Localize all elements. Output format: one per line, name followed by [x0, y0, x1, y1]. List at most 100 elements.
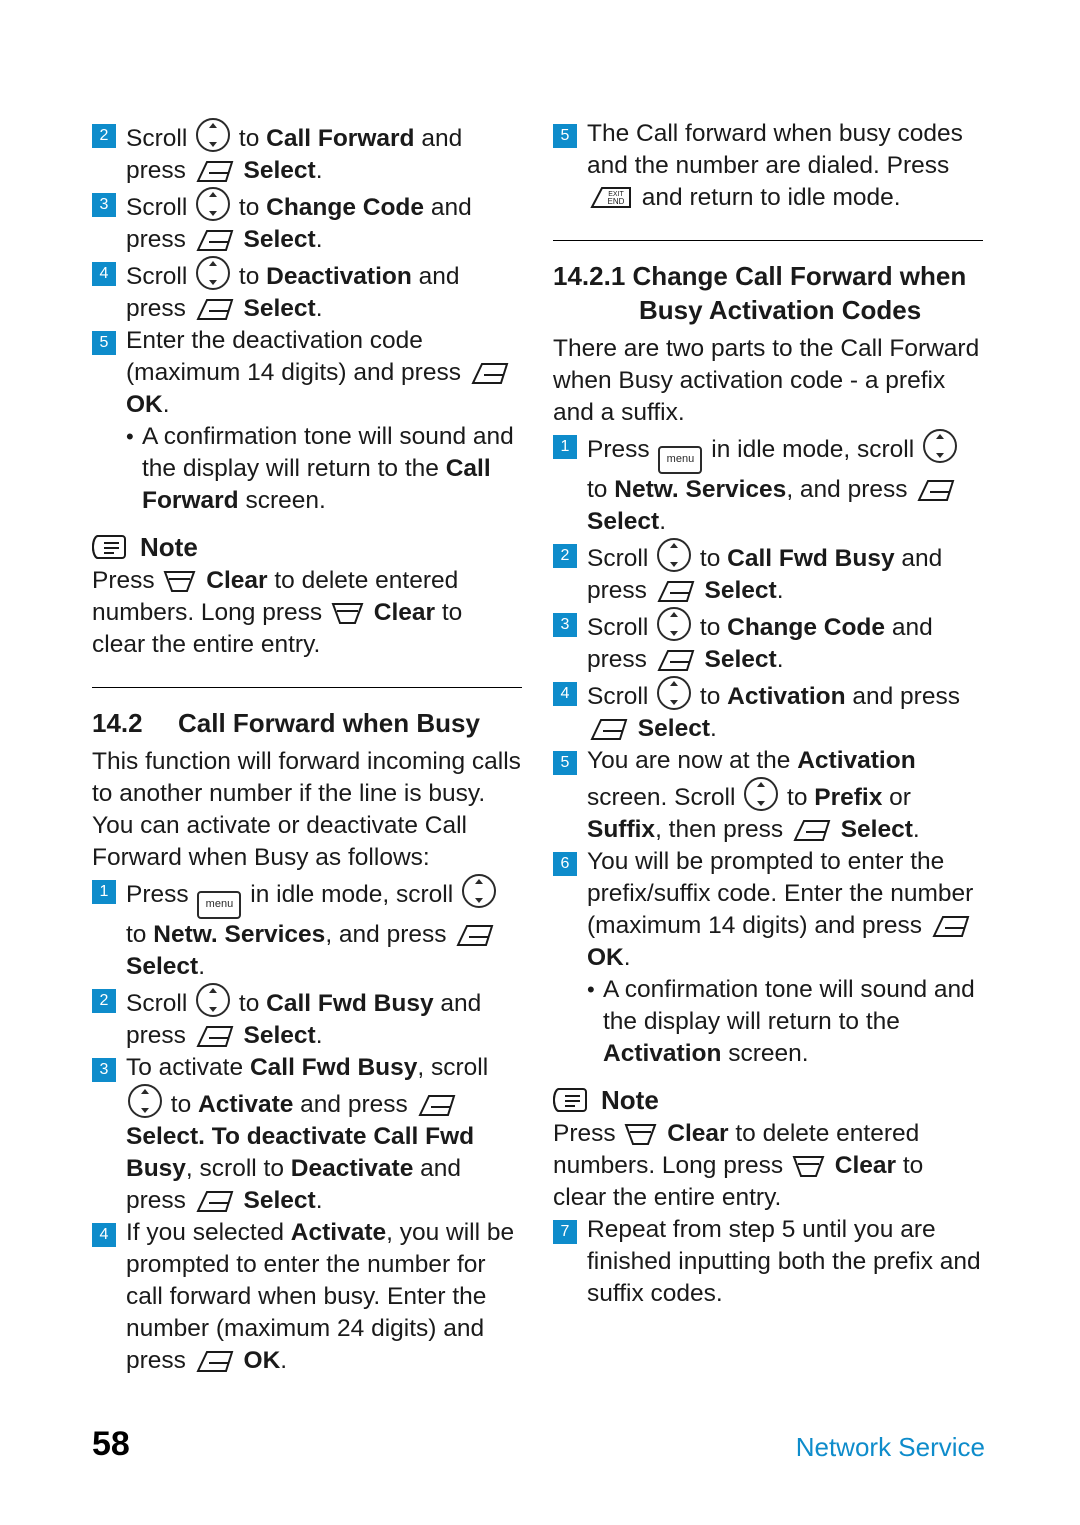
left-section-heading: 14.2 Call Forward when Busy [92, 706, 522, 740]
right-step-list-2: 1 Press menu in idle mode, scroll to Netw… [553, 429, 983, 974]
emphasis-text: Clear [660, 1120, 729, 1147]
step-item: 4 Scroll to Deactivation and press Select… [92, 256, 522, 325]
step-number-badge: 3 [92, 1058, 116, 1082]
body-text: , and press [786, 476, 915, 503]
step-text: Scroll to Call Fwd Busy and press Select… [126, 983, 522, 1052]
emphasis-text: Select [236, 295, 316, 322]
left-step-list: 2 Scroll to Call Forward and press Select… [92, 118, 522, 421]
body-text: . [315, 1187, 323, 1214]
left-step-list-2: 1 Press menu in idle mode, scroll to Netw… [92, 874, 522, 1377]
body-text: . [315, 295, 323, 322]
step-number-badge: 2 [92, 124, 116, 148]
body-text: to [164, 1091, 199, 1118]
emphasis-text: Select [833, 816, 913, 843]
body-text: in idle mode, scroll [243, 881, 460, 908]
step-text: You are now at the Activation screen. Sc… [587, 745, 983, 846]
step-item: 1 Press menu in idle mode, scroll to Netw… [92, 874, 522, 983]
right-section-heading: 14.2.1 Change Call Forward when Busy Act… [553, 259, 983, 327]
body-text: . [776, 577, 784, 604]
emphasis-text: Select [236, 226, 316, 253]
nav-scroll-key-icon [461, 874, 496, 908]
emphasis-text: Select [236, 157, 316, 184]
step-item: 1 Press menu in idle mode, scroll to Netw… [553, 429, 983, 538]
soft-key-icon [195, 296, 235, 322]
step-item: 7 Repeat from step 5 until you are finish… [553, 1214, 983, 1310]
right-section-title-line1: Change Call Forward when [632, 261, 967, 291]
body-text: Scroll [126, 194, 195, 221]
emphasis-text: OK [587, 944, 624, 971]
body-text: Scroll [126, 263, 195, 290]
right-section-divider [553, 240, 983, 241]
step-item: 3 To activate Call Fwd Busy, scroll to Ac… [92, 1052, 522, 1217]
clear-key-icon [624, 1121, 658, 1147]
body-text: Press [553, 1120, 623, 1147]
body-text: . [280, 1347, 288, 1374]
step-text: You will be prompted to enter the prefix… [587, 846, 983, 974]
nav-scroll-key-icon [657, 607, 692, 641]
step-number-badge: 5 [553, 124, 577, 148]
body-text: screen. [721, 1040, 809, 1067]
clear-key-icon [792, 1153, 826, 1179]
body-text: , and press [325, 921, 454, 948]
left-column: 2 Scroll to Call Forward and press Select… [92, 118, 522, 1377]
bullet-dot: • [587, 977, 595, 1002]
step-item: 4 Scroll to Activation and press Select. [553, 676, 983, 745]
step-item: 4 If you selected Activate, you will be p… [92, 1217, 522, 1377]
body-text: to [232, 194, 267, 221]
step-number-badge: 1 [553, 435, 577, 459]
body-text: If you selected [126, 1219, 291, 1246]
manual-page: 2 Scroll to Call Forward and press Select… [0, 0, 1080, 1525]
step-number-badge: 7 [553, 1220, 577, 1244]
body-text: to [587, 476, 615, 503]
body-text: to [232, 263, 267, 290]
step-item: 3 Scroll to Change Code and press Select. [553, 607, 983, 676]
emphasis-text: Select [697, 646, 777, 673]
emphasis-text: OK [126, 391, 163, 418]
right-bullet-item: • A confirmation tone will sound and the… [587, 974, 983, 1070]
body-text: . [315, 157, 323, 184]
left-note-body: Press Clear to delete entered numbers. L… [92, 565, 522, 661]
emphasis-text: Suffix [587, 816, 656, 843]
body-text: screen. [238, 487, 326, 514]
left-section-title: Call Forward when Busy [178, 708, 480, 738]
body-text: To activate [126, 1054, 250, 1081]
step-number-badge: 6 [553, 852, 577, 876]
body-text: , then press [655, 816, 790, 843]
step-number-badge: 4 [92, 1223, 116, 1247]
right-step-list: 5 The Call forward when busy codes and th… [553, 118, 983, 214]
soft-key-icon [792, 817, 832, 843]
nav-scroll-key-icon [744, 777, 779, 811]
soft-key-icon [195, 1023, 235, 1049]
svg-text:END: END [608, 197, 625, 206]
body-text: to [232, 990, 267, 1017]
step-number-badge: 4 [92, 262, 116, 286]
nav-scroll-key-icon [657, 676, 692, 710]
soft-key-icon [455, 922, 495, 948]
emphasis-text: Clear [199, 567, 268, 594]
right-section-intro: There are two parts to the Call Forward … [553, 335, 980, 426]
emphasis-text: Activate [198, 1091, 294, 1118]
right-section-number: 14.2.1 [553, 261, 626, 291]
step-number-badge: 1 [92, 880, 116, 904]
emphasis-text: Call Fwd Busy [266, 990, 434, 1017]
body-text: . [710, 715, 717, 742]
emphasis-text: Select [631, 715, 710, 742]
footer-section-label: Network Service [795, 1432, 985, 1462]
body-text: Scroll [587, 683, 656, 710]
body-text: in idle mode, scroll [704, 436, 921, 463]
right-step-list-3: 7 Repeat from step 5 until you are finish… [553, 1214, 983, 1310]
left-section-number: 14.2 [92, 708, 143, 738]
step-number-badge: 5 [553, 751, 577, 775]
step-item: 5 Enter the deactivation code (maximum 14… [92, 325, 522, 421]
body-text: . [162, 391, 170, 418]
soft-key-icon [656, 578, 696, 604]
soft-key-icon [916, 477, 956, 503]
step-item: 6 You will be prompted to enter the prefi… [553, 846, 983, 974]
body-text: . [776, 646, 784, 673]
menu-key-icon: menu [658, 446, 703, 474]
emphasis-text: Activate [290, 1219, 387, 1246]
body-text: and press [845, 683, 960, 710]
note-icon [92, 534, 126, 560]
emphasis-text: Select [236, 1187, 316, 1214]
body-text: Scroll [126, 125, 195, 152]
